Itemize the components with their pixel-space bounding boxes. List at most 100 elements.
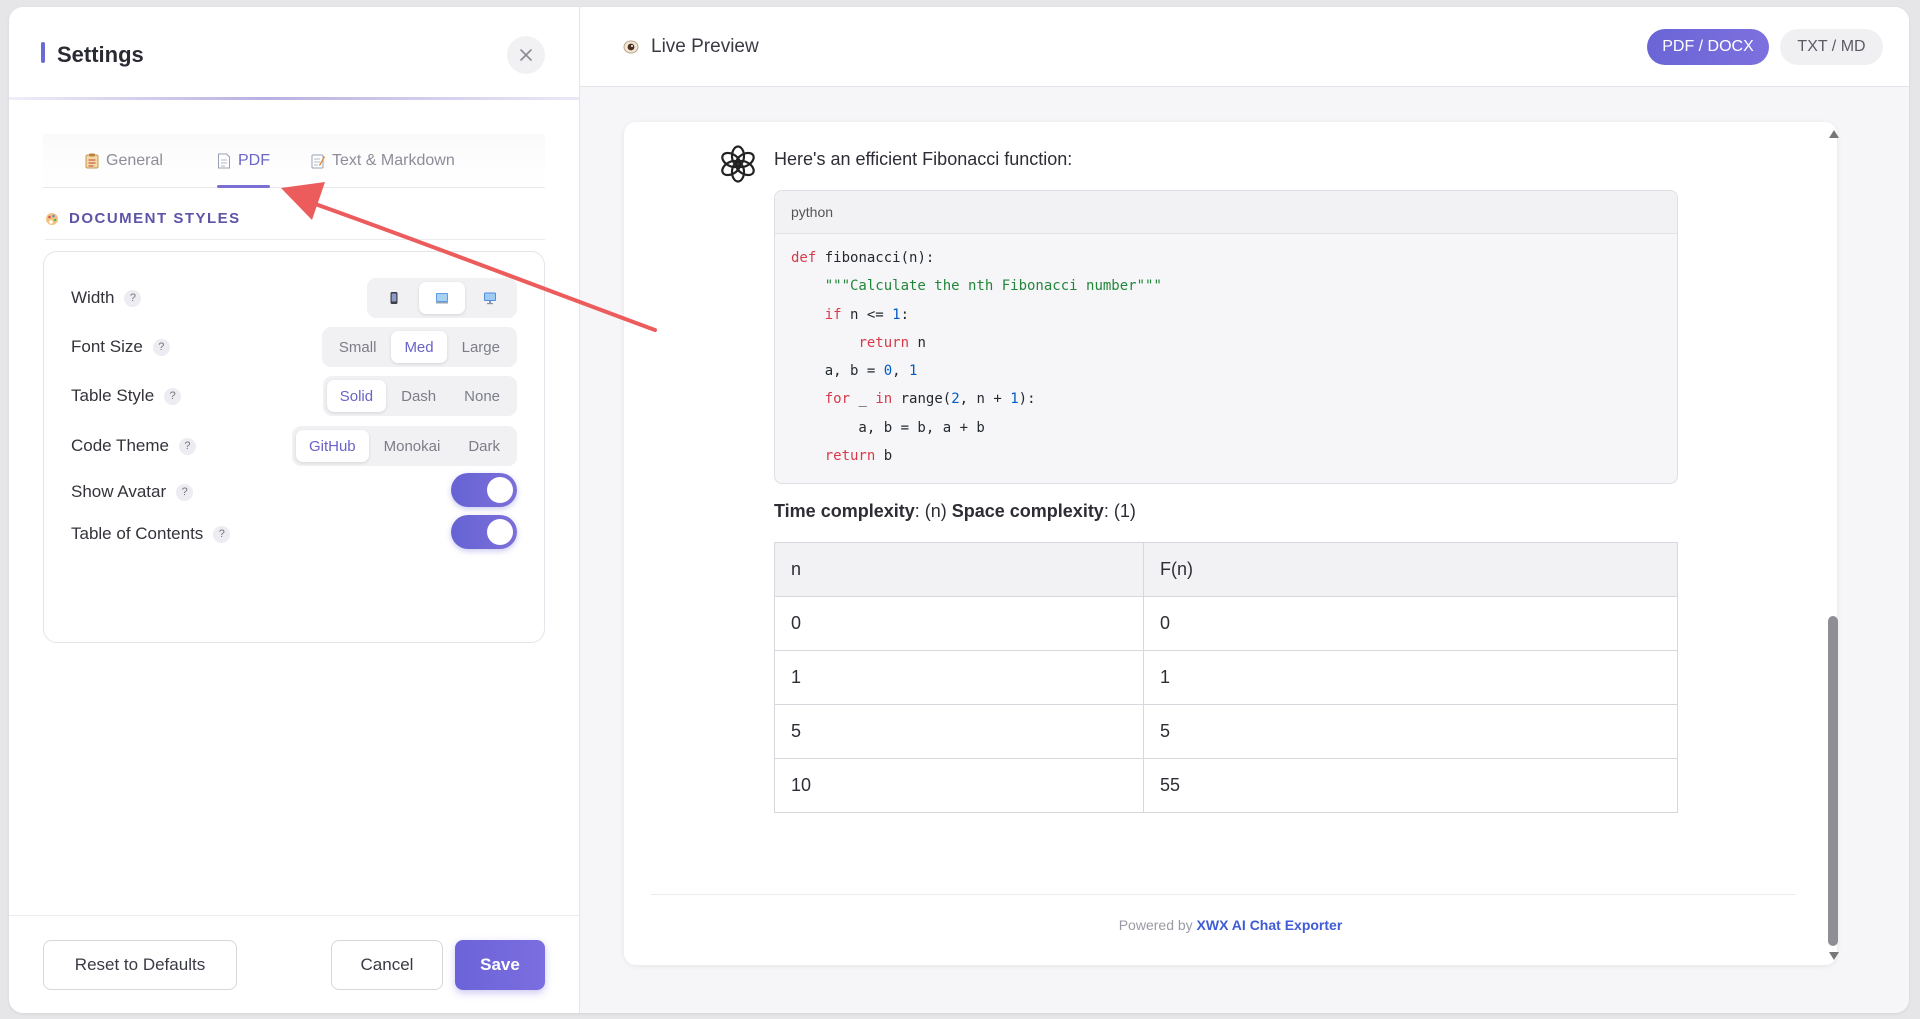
font-size-option-large[interactable]: Large	[449, 331, 513, 363]
footer-divider	[9, 915, 579, 916]
code-line: return b	[824, 448, 893, 465]
table-style-label: Table Style	[71, 386, 155, 405]
width-selector	[367, 278, 517, 318]
table-cell: 5	[1143, 704, 1678, 759]
message-intro: Here's an efficient Fibonacci function:	[774, 149, 1073, 169]
table-header-cell: n	[774, 542, 1144, 597]
reset-defaults-button[interactable]: Reset to Defaults	[43, 940, 237, 990]
code-theme-help-icon[interactable]: ?	[178, 437, 196, 455]
width-option-mobile[interactable]	[371, 282, 417, 314]
brand-link[interactable]: XWX AI Chat Exporter	[1197, 917, 1343, 933]
close-icon	[520, 49, 532, 61]
table-row: 10 55	[774, 758, 1678, 813]
chatgpt-logo-icon	[721, 145, 755, 183]
toc-help-icon[interactable]: ?	[213, 525, 231, 543]
powered-by: Powered by XWX AI Chat Exporter	[624, 917, 1837, 933]
show-avatar-toggle[interactable]	[451, 473, 517, 507]
scroll-down-arrow-icon[interactable]	[1829, 952, 1839, 960]
tab-general-label: General	[106, 151, 163, 169]
format-pdf-docx-button[interactable]: PDF / DOCX	[1647, 29, 1769, 65]
code-line: for _ in range(2, n + 1):	[824, 391, 1036, 408]
scroll-up-arrow-icon[interactable]	[1829, 130, 1839, 138]
preview-title: Live Preview	[623, 36, 759, 58]
fibonacci-table: n F(n) 00 11 55 10 55	[774, 542, 1678, 813]
font-size-option-med[interactable]: Med	[391, 331, 447, 363]
code-content: def fibonacci(n): """Calculate the nth F…	[775, 234, 1677, 480]
font-size-row-label: Font Size ?	[71, 337, 170, 357]
width-option-desktop[interactable]	[467, 282, 513, 314]
memo-icon	[311, 154, 325, 168]
table-cell: 10	[774, 758, 1144, 813]
time-complexity-label: Time complexity	[774, 501, 915, 521]
table-style-option-none[interactable]: None	[451, 380, 513, 412]
width-option-tablet[interactable]	[419, 282, 465, 314]
preview-document: Here's an efficient Fibonacci function: …	[624, 122, 1837, 965]
code-line: """Calculate the nth Fibonacci number"""	[824, 278, 1162, 295]
tab-text-markdown[interactable]: Text & Markdown	[311, 134, 455, 187]
code-theme-option-github[interactable]: GitHub	[295, 430, 369, 462]
tab-text-markdown-label: Text & Markdown	[332, 151, 455, 169]
document-icon	[218, 153, 230, 168]
code-theme-option-monokai[interactable]: Monokai	[371, 430, 454, 462]
show-avatar-label: Show Avatar	[71, 482, 167, 501]
format-txt-md-button[interactable]: TXT / MD	[1780, 29, 1883, 65]
code-line: a, b = 0, 1	[791, 363, 918, 380]
code-line: def fibonacci(n):	[791, 250, 935, 266]
table-row: 55	[774, 704, 1678, 759]
title-accent-bar	[41, 42, 45, 63]
table-cell: 1	[1143, 650, 1678, 705]
code-theme-selector: GitHub Monokai Dark	[291, 426, 517, 466]
code-theme-option-dark[interactable]: Dark	[455, 430, 513, 462]
eye-icon	[623, 40, 639, 54]
time-complexity-value: : (n)	[914, 501, 952, 521]
code-theme-label: Code Theme	[71, 436, 169, 455]
settings-title: Settings	[57, 42, 144, 67]
settings-tabs: General PDF Text & Markdown	[43, 134, 545, 188]
toc-row-label: Table of Contents ?	[71, 524, 231, 544]
code-line: if n <= 1:	[824, 306, 910, 323]
font-size-help-icon[interactable]: ?	[152, 338, 170, 356]
document-styles-heading: DOCUMENT STYLES	[45, 210, 241, 227]
code-line: return n	[858, 334, 926, 351]
clipboard-icon	[85, 153, 99, 168]
tab-pdf[interactable]: PDF	[217, 134, 270, 188]
cancel-button[interactable]: Cancel	[331, 940, 443, 990]
scrollbar-thumb[interactable]	[1828, 616, 1838, 946]
font-size-option-small[interactable]: Small	[326, 331, 390, 363]
save-button[interactable]: Save	[455, 940, 545, 990]
width-row-label: Width ?	[71, 288, 142, 308]
section-title: DOCUMENT STYLES	[69, 210, 241, 227]
code-line: a, b = b, a + b	[791, 419, 985, 436]
tab-general[interactable]: General	[85, 134, 163, 187]
show-avatar-help-icon[interactable]: ?	[176, 483, 194, 501]
table-header-cell: F(n)	[1143, 542, 1678, 597]
table-style-row-label: Table Style ?	[71, 386, 182, 406]
width-label: Width	[71, 288, 115, 307]
code-theme-row-label: Code Theme ?	[71, 436, 196, 456]
table-style-option-solid[interactable]: Solid	[326, 380, 387, 412]
preview-title-text: Live Preview	[651, 36, 759, 57]
mobile-icon	[390, 292, 398, 304]
complexity-line: Time complexity: (n) Space complexity: (…	[774, 501, 1136, 522]
code-language-label: python	[775, 191, 1677, 234]
settings-panel: Settings General PDF Text & Markdown DOC…	[9, 7, 580, 1013]
tablet-icon	[436, 293, 448, 304]
table-cell: 1	[774, 650, 1144, 705]
space-complexity-value: : (1)	[1103, 501, 1136, 521]
preview-scrollbar[interactable]	[1827, 130, 1841, 960]
palette-icon	[46, 212, 58, 225]
show-avatar-row-label: Show Avatar ?	[71, 482, 194, 502]
toggle-knob	[487, 519, 513, 545]
table-style-option-dash[interactable]: Dash	[388, 380, 449, 412]
table-style-selector: Solid Dash None	[322, 376, 517, 416]
preview-header: Live Preview PDF / DOCX TXT / MD	[580, 7, 1909, 87]
table-style-help-icon[interactable]: ?	[164, 387, 182, 405]
table-cell: 0	[774, 596, 1144, 651]
table-cell: 5	[774, 704, 1144, 759]
toc-toggle[interactable]	[451, 515, 517, 549]
table-header-row: n F(n)	[774, 542, 1678, 597]
font-size-selector: Small Med Large	[321, 327, 517, 367]
table-cell: 0	[1143, 596, 1678, 651]
close-button[interactable]	[507, 36, 545, 74]
width-help-icon[interactable]: ?	[124, 289, 142, 307]
